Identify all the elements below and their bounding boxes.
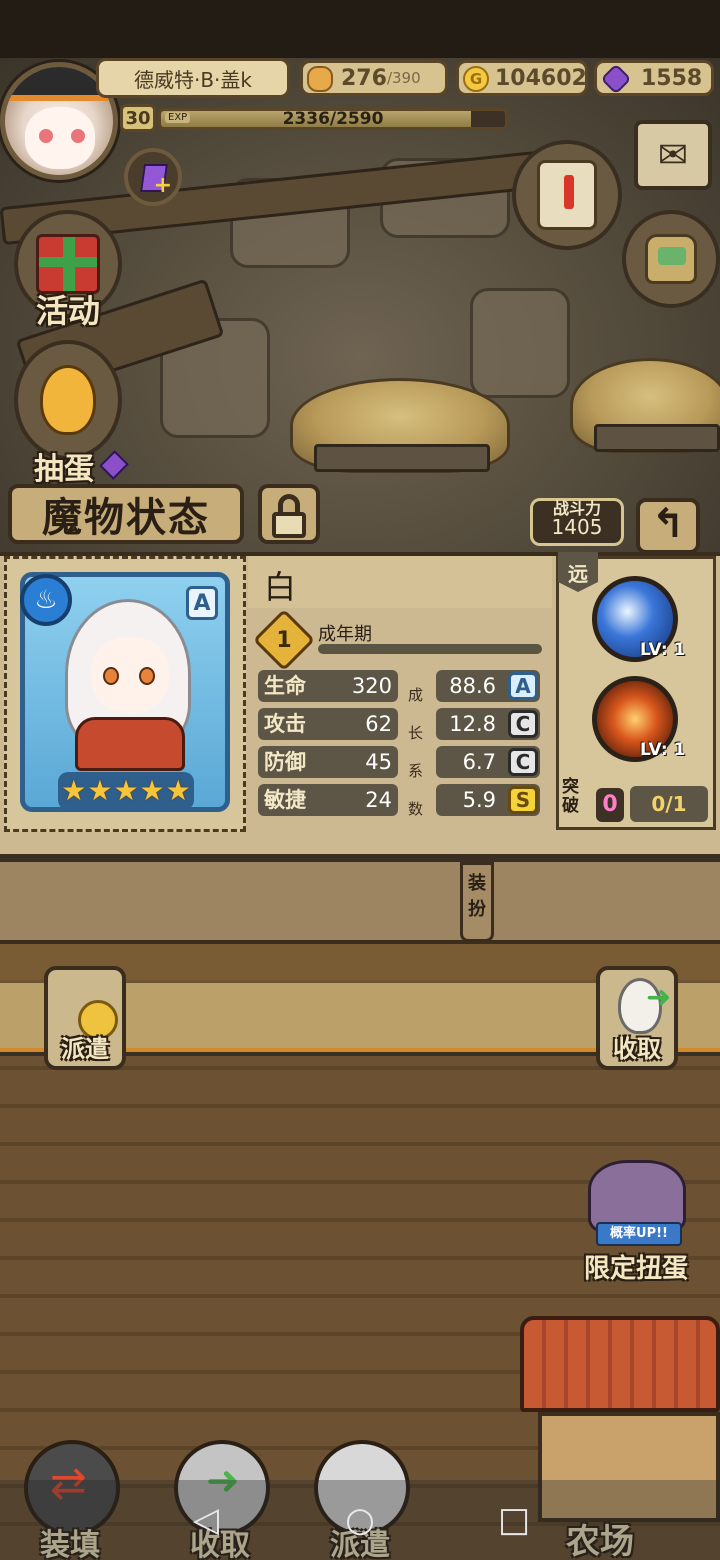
breakthrough-count: 0/1: [630, 786, 708, 822]
nav-back-icon[interactable]: ◁: [186, 1500, 226, 1540]
growth-grade: C: [508, 710, 538, 738]
combat-power-value: 1405: [551, 515, 603, 539]
stamina-counter[interactable]: 276 /390: [300, 60, 448, 96]
growth-coefficient-char: 数: [408, 800, 424, 818]
back-arrow-button[interactable]: ↰: [636, 498, 700, 554]
gift-box-icon: [36, 234, 100, 294]
quest-scroll-button[interactable]: [512, 140, 622, 250]
golden-egg-icon: [40, 365, 96, 435]
buy-gems-button[interactable]: +: [124, 148, 182, 206]
gacha-button[interactable]: [14, 340, 122, 460]
shelf-board: [0, 862, 720, 944]
gold-amount: 104602: [495, 65, 587, 91]
stat-row-attack: 攻击 62 12.8 C: [258, 708, 546, 740]
limited-gacha-button[interactable]: 概率UP!! 限定扭蛋: [566, 1160, 706, 1286]
star-icon: ★: [87, 774, 113, 807]
top-shadow-band: [0, 0, 720, 58]
breakthrough-panel: 突破 0 0/1: [560, 778, 712, 826]
dress-up-tab[interactable]: 装扮: [460, 862, 494, 942]
gem-amount: 1558: [641, 65, 703, 91]
mail-button[interactable]: ✉: [634, 120, 712, 190]
plus-icon: +: [153, 173, 172, 198]
water-element-icon: ♨: [20, 574, 72, 626]
bread-icon: [307, 66, 333, 92]
nest-base: [594, 424, 720, 452]
growth-stage-label: 成年期: [318, 624, 372, 645]
rate-up-banner: 概率UP!!: [596, 1222, 682, 1246]
skill-level: LV: 1: [640, 740, 686, 760]
monster-eye: [139, 667, 155, 685]
monster-eye: [103, 667, 119, 685]
limited-gacha-label: 限定扭蛋: [583, 1254, 688, 1284]
collect-label: 收取: [613, 1035, 661, 1063]
monster-name: 白: [264, 568, 297, 606]
growth-coefficient-char: 长: [408, 724, 424, 742]
nest-base: [314, 444, 490, 472]
breakthrough-label: 突破: [562, 777, 579, 816]
star-icon: ★: [61, 774, 87, 807]
growth-coefficient-char: 系: [408, 762, 424, 780]
padlock-body: [272, 512, 306, 538]
lock-button[interactable]: [258, 484, 320, 544]
stamina-max: /390: [386, 69, 421, 87]
arrow-icon: ➜: [646, 980, 672, 1015]
skill-level: LV: 1: [640, 640, 686, 660]
gold-counter[interactable]: G 104602: [456, 60, 588, 96]
player-level: 30: [120, 104, 156, 132]
star-icon: ★: [139, 774, 165, 807]
combat-power: 战斗力 1405: [530, 498, 624, 546]
backpack-button[interactable]: [622, 210, 720, 308]
star-icon: ★: [165, 774, 191, 807]
growth-stage-bar: [318, 644, 542, 654]
growth-grade: A: [508, 672, 538, 700]
growth-coefficient-char: 成: [408, 686, 424, 704]
monster-status-title: 魔物状态: [8, 484, 244, 544]
star-icon: ★: [113, 774, 139, 807]
stat-value: 45: [365, 750, 392, 774]
nav-home-icon[interactable]: ○: [340, 1500, 380, 1540]
growth-grade: S: [508, 786, 538, 814]
avatar-eye: [71, 129, 85, 143]
stamina-current: 276: [341, 65, 387, 91]
gacha-label: 抽蛋: [34, 452, 94, 487]
stat-value: 62: [365, 712, 392, 736]
dispatch-label: 派遣: [61, 1035, 109, 1063]
backpack-icon: [645, 234, 697, 284]
gem-counter[interactable]: 1558: [594, 60, 714, 96]
exp-bar: EXP 2336/2590: [158, 108, 508, 130]
stat-row-defense: 防御 45 6.7 C: [258, 746, 546, 778]
envelope-icon: ✉: [657, 134, 689, 176]
dispatch-button[interactable]: 派遣: [44, 966, 126, 1070]
monster-robe: [75, 717, 185, 771]
breakthrough-badge: 0: [596, 788, 624, 822]
wall-stone: [470, 288, 570, 398]
farm-roof: [520, 1316, 720, 1412]
event-label: 活动: [36, 292, 101, 330]
nav-recent-icon[interactable]: □: [494, 1500, 534, 1540]
gold-coin-icon: G: [463, 66, 489, 92]
avatar-eye: [39, 129, 53, 143]
stat-value: 24: [365, 788, 392, 812]
gem-icon: [600, 63, 632, 95]
scroll-icon: [537, 160, 597, 230]
player-name: 德威特·B·盖k: [96, 58, 290, 98]
stat-row-hp: 生命 320 88.6 A: [258, 670, 546, 702]
exp-text: 2336/2590: [282, 109, 384, 129]
growth-stage-number: 1: [276, 627, 292, 653]
growth-grade: C: [508, 748, 538, 776]
collect-button[interactable]: ➜ 收取: [596, 966, 678, 1070]
star-rating: ★ ★ ★ ★ ★: [58, 772, 194, 810]
stat-row-agility: 敏捷 24 5.9 S: [258, 784, 546, 816]
stat-value: 320: [351, 674, 392, 698]
rank-badge: A: [186, 586, 218, 620]
